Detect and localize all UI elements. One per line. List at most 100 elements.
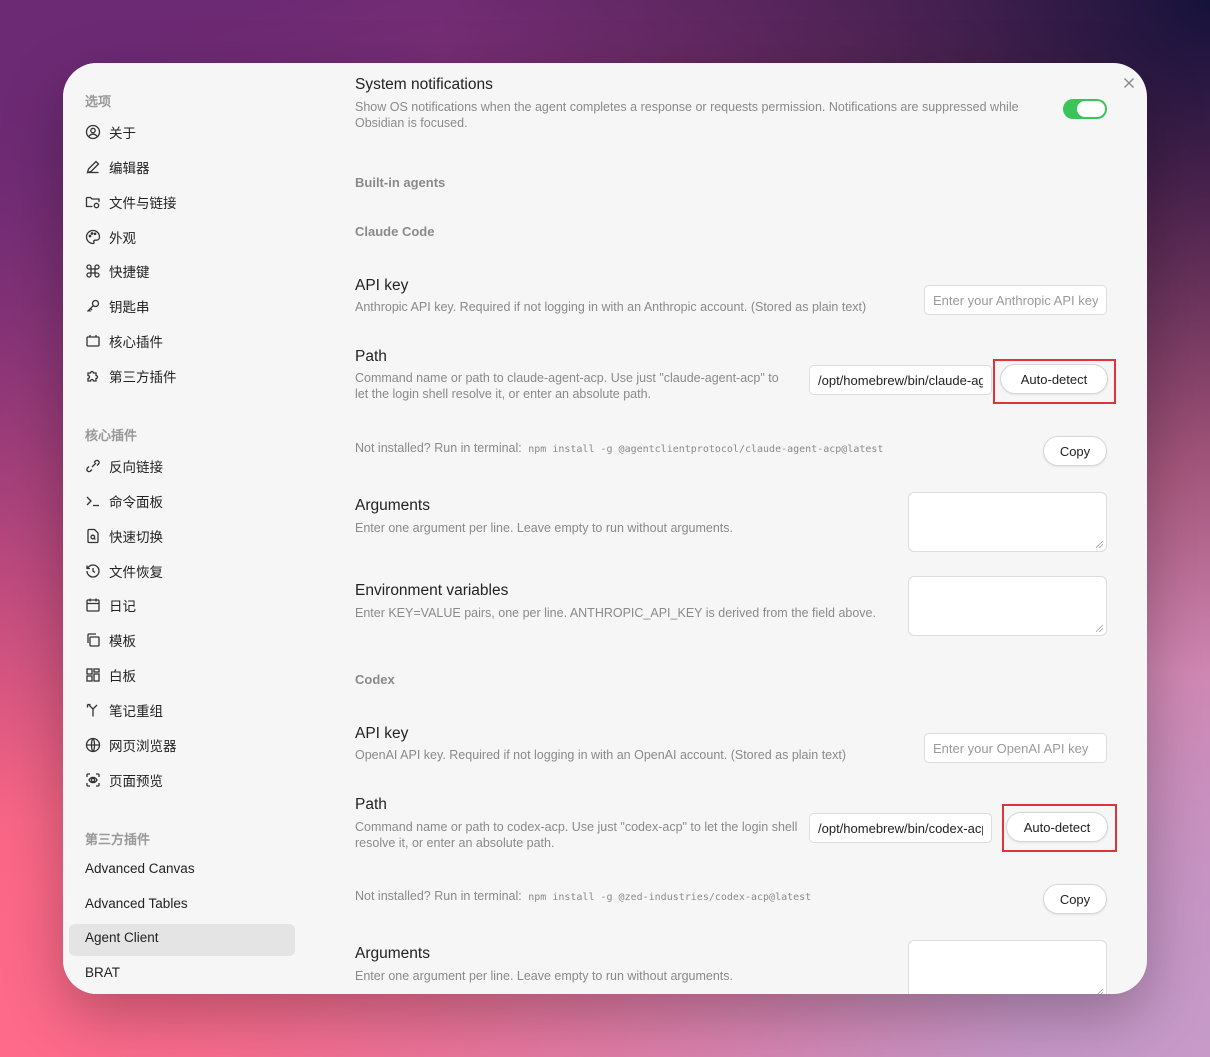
sidebar-item-canvas[interactable]: 白板	[85, 663, 136, 687]
sidebar-item-daily-notes[interactable]: 日记	[85, 593, 136, 617]
resize-handle-icon[interactable]	[1096, 541, 1103, 548]
claude-install-hint: Not installed? Run in terminal: npm inst…	[355, 440, 883, 458]
sidebar-item-label: 第三方插件	[109, 370, 177, 385]
sidebar-item-label: 笔记重组	[109, 704, 163, 719]
sidebar-item-label: 反向链接	[109, 460, 163, 475]
sidebar-item-core-plugins[interactable]: 核心插件	[85, 329, 163, 353]
key-icon	[85, 298, 101, 314]
codex-path-desc: Command name or path to codex-acp. Use j…	[355, 820, 798, 850]
claude-path-desc: Command name or path to claude-agent-acp…	[355, 371, 779, 401]
codex-args-title: Arguments	[355, 945, 430, 962]
layout-icon	[85, 667, 101, 683]
sidebar-header-options: 选项	[85, 94, 112, 109]
sidebar-header-core: 核心插件	[85, 428, 138, 443]
claude-api-key-input[interactable]	[924, 285, 1107, 315]
sidebar-item-label: 页面预览	[109, 774, 163, 789]
claude-api-key-desc: Anthropic API key. Required if not loggi…	[355, 300, 867, 314]
sidebar-item-label: 文件与链接	[109, 196, 177, 211]
sidebar-item-label: 快捷键	[109, 265, 150, 280]
sidebar-item-label: 钥匙串	[109, 300, 150, 315]
install-prefix: Not installed? Run in terminal:	[355, 441, 522, 455]
codex-args-textarea[interactable]	[908, 940, 1107, 994]
codex-install-command: npm install -g @zed-industries/codex-acp…	[528, 892, 812, 903]
palette-icon	[85, 229, 101, 245]
sidebar-item-label: 编辑器	[109, 161, 150, 176]
sidebar-item-page-preview[interactable]: 页面预览	[85, 768, 163, 792]
sidebar-item-label: 白板	[109, 669, 136, 684]
sidebar-item-appearance[interactable]: 外观	[85, 225, 136, 249]
sidebar-item-files-links[interactable]: 文件与链接	[85, 190, 177, 214]
claude-api-key-title: API key	[355, 277, 409, 294]
copy-icon	[85, 632, 101, 648]
claude-install-command: npm install -g @agentclientprotocol/clau…	[528, 444, 884, 455]
sidebar-item-label: 模板	[109, 634, 136, 649]
codex-path-input[interactable]	[809, 813, 992, 843]
sidebar-item-quick-switcher[interactable]: 快速切换	[85, 524, 163, 548]
sidebar-item-editor[interactable]: 编辑器	[85, 155, 150, 179]
sidebar-item-label: 网页浏览器	[109, 739, 177, 754]
codex-api-key-desc: OpenAI API key. Required if not logging …	[355, 748, 847, 762]
codex-autodetect-button[interactable]: Auto-detect	[1006, 812, 1108, 842]
pencil-icon	[85, 159, 101, 175]
settings-sidebar: 选项 关于 编辑器 文件与链接 外观 快捷键 钥匙串 核心插件 第三方插件 核心…	[63, 63, 307, 994]
sidebar-item-agent-client[interactable]: Agent Client	[85, 930, 159, 945]
sidebar-item-advanced-canvas[interactable]: Advanced Canvas	[85, 861, 195, 876]
codex-header: Codex	[355, 672, 395, 687]
claude-code-header: Claude Code	[355, 224, 435, 239]
sidebar-item-label: 核心插件	[109, 335, 163, 350]
notifications-toggle[interactable]	[1063, 99, 1107, 119]
claude-env-title: Environment variables	[355, 582, 509, 599]
claude-path-input[interactable]	[809, 365, 992, 395]
sidebar-item-community-plugins[interactable]: 第三方插件	[85, 364, 177, 388]
resize-handle-icon[interactable]	[1096, 989, 1103, 994]
settings-window: 选项 关于 编辑器 文件与链接 外观 快捷键 钥匙串 核心插件 第三方插件 核心…	[63, 63, 1147, 994]
sidebar-item-label: 快速切换	[109, 530, 163, 545]
sidebar-item-command-palette[interactable]: 命令面板	[85, 489, 163, 513]
calendar-icon	[85, 597, 101, 613]
codex-api-key-title: API key	[355, 725, 409, 742]
sidebar-item-hotkeys[interactable]: 快捷键	[85, 259, 150, 283]
history-icon	[85, 563, 101, 579]
claude-args-textarea[interactable]	[908, 492, 1107, 552]
file-search-icon	[85, 528, 101, 544]
builtin-agents-header: Built-in agents	[355, 175, 446, 190]
sidebar-item-label: 日记	[109, 599, 136, 614]
globe-icon	[85, 737, 101, 753]
codex-api-key-input[interactable]	[924, 733, 1107, 763]
puzzle-icon	[85, 368, 101, 384]
merge-icon	[85, 702, 101, 718]
codex-install-hint: Not installed? Run in terminal: npm inst…	[355, 888, 811, 906]
claude-path-title: Path	[355, 348, 387, 365]
backlink-icon	[85, 458, 101, 474]
notifications-desc: Show OS notifications when the agent com…	[355, 100, 1019, 130]
resize-handle-icon[interactable]	[1096, 625, 1103, 632]
command-icon	[85, 263, 101, 279]
claude-args-title: Arguments	[355, 497, 430, 514]
user-circle-icon	[85, 124, 101, 140]
sidebar-item-note-composer[interactable]: 笔记重组	[85, 698, 163, 722]
sidebar-item-label: 关于	[109, 126, 136, 141]
terminal-icon	[85, 493, 101, 509]
codex-copy-button[interactable]: Copy	[1043, 884, 1107, 914]
sidebar-item-web-viewer[interactable]: 网页浏览器	[85, 733, 177, 757]
settings-content: System notifications Show OS notificatio…	[355, 63, 1147, 994]
sidebar-item-label: 命令面板	[109, 495, 163, 510]
claude-env-textarea[interactable]	[908, 576, 1107, 636]
claude-autodetect-button[interactable]: Auto-detect	[1000, 364, 1108, 394]
sidebar-item-advanced-tables[interactable]: Advanced Tables	[85, 896, 188, 911]
sidebar-item-templates[interactable]: 模板	[85, 628, 136, 652]
sidebar-item-label: 文件恢复	[109, 565, 163, 580]
claude-args-desc: Enter one argument per line. Leave empty…	[355, 521, 733, 535]
notifications-title: System notifications	[355, 76, 493, 93]
plug-icon	[85, 333, 101, 349]
sidebar-item-backlinks[interactable]: 反向链接	[85, 454, 163, 478]
sidebar-header-third-party: 第三方插件	[85, 832, 151, 847]
sidebar-item-file-recovery[interactable]: 文件恢复	[85, 559, 163, 583]
codex-args-desc: Enter one argument per line. Leave empty…	[355, 969, 733, 983]
sidebar-item-keychain[interactable]: 钥匙串	[85, 294, 150, 318]
claude-copy-button[interactable]: Copy	[1043, 436, 1107, 466]
sidebar-item-brat[interactable]: BRAT	[85, 965, 120, 980]
sidebar-item-about[interactable]: 关于	[85, 120, 136, 144]
scan-eye-icon	[85, 772, 101, 788]
toggle-knob	[1077, 101, 1105, 117]
